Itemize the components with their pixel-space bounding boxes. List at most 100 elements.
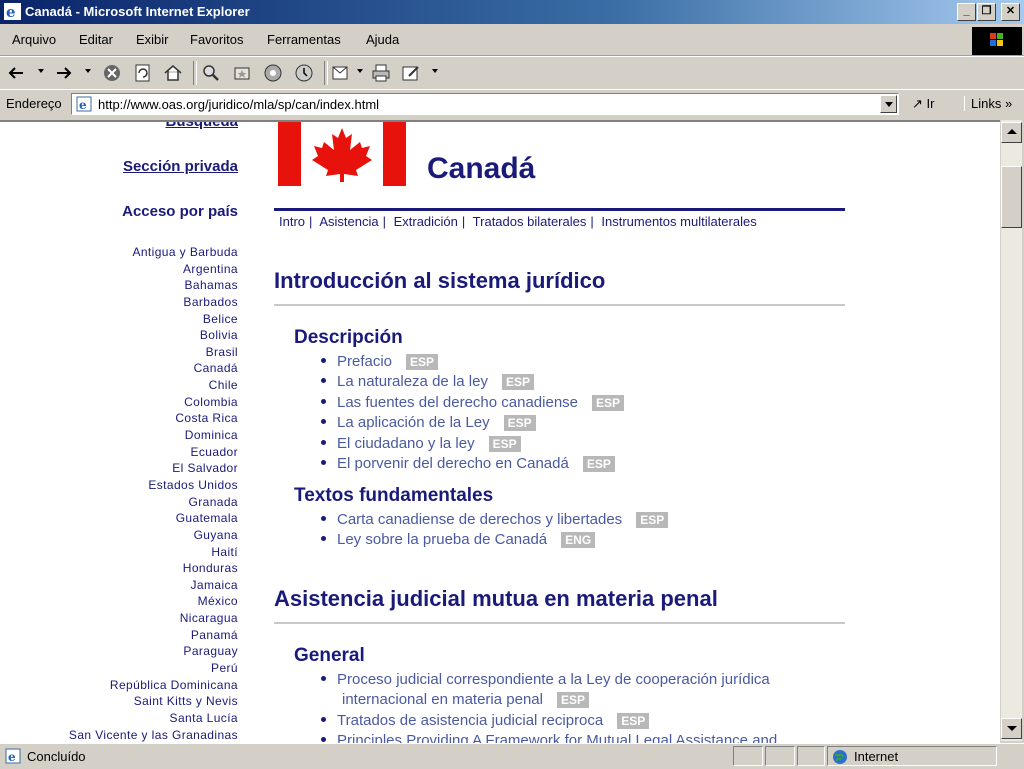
lang-badge[interactable]: ESP — [582, 456, 615, 472]
search-icon[interactable] — [201, 63, 221, 83]
page-icon: e — [76, 96, 92, 112]
forward-dropdown-icon[interactable] — [85, 69, 91, 73]
edit-dropdown-icon[interactable] — [432, 69, 438, 73]
sidebar-item-country[interactable]: El Salvador — [20, 460, 238, 477]
back-icon[interactable] — [6, 63, 26, 83]
doc-link[interactable]: La aplicación de la Ley — [337, 414, 490, 431]
title-divider — [274, 208, 845, 211]
close-button[interactable]: ✕ — [1001, 3, 1020, 21]
tab-extradicion[interactable]: Extradición — [394, 214, 458, 229]
scroll-up-button[interactable] — [1001, 122, 1022, 143]
address-dropdown-button[interactable] — [880, 95, 897, 113]
sidebar-item-country[interactable]: Bolivia — [20, 327, 238, 344]
lang-badge[interactable]: ENG — [561, 532, 596, 548]
sidebar-item-country[interactable]: Santa Lucía — [20, 710, 238, 727]
sidebar-item-country[interactable]: Canadá — [20, 360, 238, 377]
lang-badge[interactable]: ESP — [617, 713, 650, 729]
section-heading-asistencia: Asistencia judicial mutua en materia pen… — [274, 586, 718, 611]
sidebar-item-country[interactable]: Ecuador — [20, 444, 238, 461]
menu-ajuda[interactable]: Ajuda — [366, 32, 399, 47]
mail-icon[interactable] — [331, 63, 351, 83]
security-zone: Internet — [854, 749, 899, 764]
go-arrow-icon: ↗ — [912, 96, 923, 111]
links-button[interactable]: Links » — [964, 96, 1012, 111]
sidebar-item-country[interactable]: Brasil — [20, 344, 238, 361]
media-icon[interactable] — [263, 63, 283, 83]
lang-badge[interactable]: ESP — [503, 415, 536, 431]
lang-badge[interactable]: ESP — [592, 395, 625, 411]
sidebar-item-country[interactable]: Nicaragua — [20, 610, 238, 627]
lang-badge[interactable]: ESP — [556, 692, 589, 708]
vertical-scrollbar[interactable] — [1001, 120, 1022, 741]
sidebar-item-country[interactable]: San Vicente y las Granadinas — [20, 727, 238, 743]
doc-link[interactable]: Proceso judicial correspondiente a la Le… — [337, 671, 770, 688]
menu-editar[interactable]: Editar — [79, 32, 113, 47]
sidebar-item-country[interactable]: Perú — [20, 660, 238, 677]
list-item: Proceso judicial correspondiente a la Le… — [321, 671, 770, 688]
sidebar-item-country[interactable]: Paraguay — [20, 643, 238, 660]
sidebar-item-country[interactable]: Guyana — [20, 527, 238, 544]
lang-badge[interactable]: ESP — [636, 512, 669, 528]
menu-ferramentas[interactable]: Ferramentas — [267, 32, 341, 47]
sidebar-item-country[interactable]: Honduras — [20, 560, 238, 577]
sidebar-item-country[interactable]: Colombia — [20, 394, 238, 411]
back-dropdown-icon[interactable] — [38, 69, 44, 73]
scroll-down-button[interactable] — [1001, 718, 1022, 739]
sidebar-item-country[interactable]: Dominica — [20, 427, 238, 444]
doc-link[interactable]: Ley sobre la prueba de Canadá — [337, 531, 547, 548]
sidebar-item-country[interactable]: República Dominicana — [20, 677, 238, 694]
go-button[interactable]: ↗ Ir — [912, 96, 934, 112]
menu-exibir[interactable]: Exibir — [136, 32, 169, 47]
sidebar-item-country[interactable]: Bahamas — [20, 277, 238, 294]
scroll-thumb[interactable] — [1001, 166, 1022, 228]
tab-tratados-bilaterales[interactable]: Tratados bilaterales — [473, 214, 587, 229]
doc-link[interactable]: Carta canadiense de derechos y libertade… — [337, 511, 622, 528]
doc-link[interactable]: La naturaleza de la ley — [337, 373, 488, 390]
address-url[interactable]: http://www.oas.org/juridico/mla/sp/can/i… — [98, 97, 379, 112]
sidebar-item-country[interactable]: Jamaica — [20, 577, 238, 594]
favorites-icon[interactable] — [232, 63, 252, 83]
minimize-button[interactable]: _ — [957, 3, 976, 21]
edit-icon[interactable] — [401, 63, 421, 83]
mail-dropdown-icon[interactable] — [357, 69, 363, 73]
sidebar-item-country[interactable]: Haití — [20, 544, 238, 561]
history-icon[interactable] — [294, 63, 314, 83]
tab-asistencia[interactable]: Asistencia — [319, 214, 378, 229]
menu-favoritos[interactable]: Favoritos — [190, 32, 243, 47]
link-seccion-privada[interactable]: Sección privada — [123, 158, 238, 175]
tab-intro[interactable]: Intro — [279, 214, 305, 229]
sidebar-item-country[interactable]: Granada — [20, 494, 238, 511]
tab-instrumentos-multilaterales[interactable]: Instrumentos multilaterales — [601, 214, 756, 229]
doc-link[interactable]: Las fuentes del derecho canadiense — [337, 394, 578, 411]
sidebar-item-country[interactable]: Panamá — [20, 627, 238, 644]
sidebar-item-country[interactable]: Guatemala — [20, 510, 238, 527]
sidebar-item-country[interactable]: Estados Unidos — [20, 477, 238, 494]
sidebar-item-country[interactable]: Barbados — [20, 294, 238, 311]
stop-icon[interactable] — [102, 63, 122, 83]
sidebar-item-country[interactable]: México — [20, 593, 238, 610]
print-icon[interactable] — [371, 63, 391, 83]
sidebar-item-country[interactable]: Antigua y Barbuda — [20, 244, 238, 261]
doc-link[interactable]: Prefacio — [337, 353, 392, 370]
lang-badge[interactable]: ESP — [501, 374, 534, 390]
home-icon[interactable] — [163, 63, 183, 83]
lang-badge[interactable]: ESP — [488, 436, 521, 452]
doc-link[interactable]: Principles Providing A Framework for Mut… — [337, 732, 777, 743]
sidebar-item-country[interactable]: Argentina — [20, 261, 238, 278]
sidebar-item-country[interactable]: Chile — [20, 377, 238, 394]
doc-link[interactable]: El porvenir del derecho en Canadá — [337, 455, 569, 472]
sidebar-item-country[interactable]: Costa Rica — [20, 410, 238, 427]
lang-badge[interactable]: ESP — [406, 354, 439, 370]
doc-link[interactable]: El ciudadano y la ley — [337, 435, 475, 452]
maximize-button[interactable]: ❐ — [977, 3, 996, 21]
address-input[interactable]: e http://www.oas.org/juridico/mla/sp/can… — [71, 93, 899, 115]
subheading-general: General — [294, 645, 365, 666]
forward-icon[interactable] — [54, 63, 74, 83]
sidebar-item-country[interactable]: Saint Kitts y Nevis — [20, 693, 238, 710]
doc-link[interactable]: Tratados de asistencia judicial reciproc… — [337, 712, 603, 729]
link-busqueda[interactable]: Búsqueda — [165, 122, 238, 130]
menu-arquivo[interactable]: Arquivo — [12, 32, 56, 47]
refresh-icon[interactable] — [133, 63, 153, 83]
doc-link[interactable]: internacional en materia penal — [342, 691, 543, 708]
sidebar-item-country[interactable]: Belice — [20, 311, 238, 328]
